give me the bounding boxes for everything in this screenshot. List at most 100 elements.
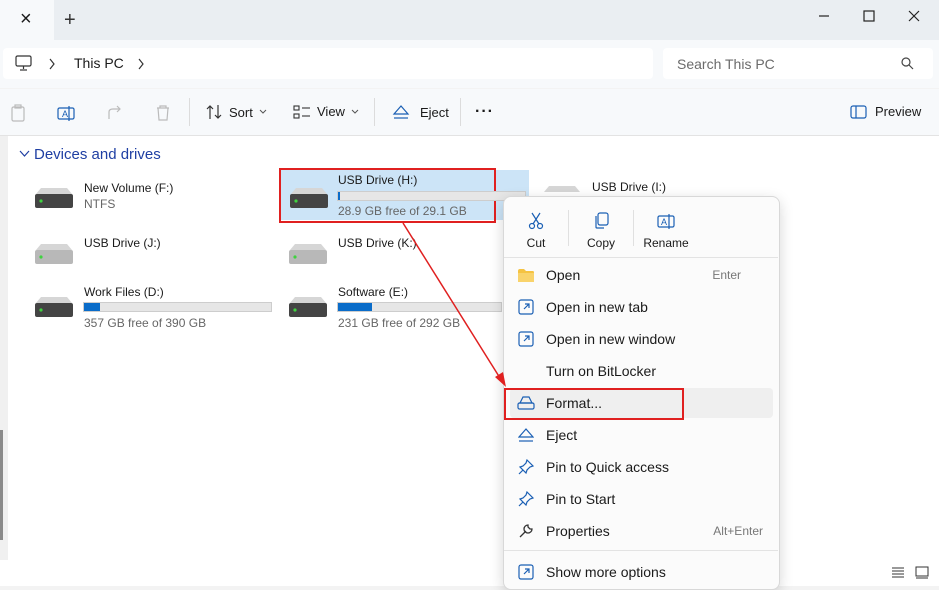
delete-icon[interactable] bbox=[155, 104, 171, 122]
menu-item-open-new-window[interactable]: Open in new window bbox=[510, 324, 773, 354]
menu-item-bitlocker[interactable]: Turn on BitLocker bbox=[510, 356, 773, 386]
shortcut-label: Enter bbox=[712, 268, 741, 282]
search-input[interactable]: Search This PC bbox=[677, 56, 775, 72]
drive-item[interactable]: Work Files (D:) 357 GB free of 390 GB bbox=[30, 283, 274, 333]
minimize-button[interactable] bbox=[801, 0, 847, 32]
tab-this-pc[interactable]: × bbox=[0, 0, 54, 40]
menu-item-show-more-options[interactable]: Show more options bbox=[510, 557, 773, 587]
maximize-button[interactable] bbox=[846, 0, 892, 32]
new-window-icon bbox=[518, 331, 534, 347]
share-icon[interactable] bbox=[106, 104, 124, 122]
rename-label: Rename bbox=[643, 236, 689, 250]
copy-icon bbox=[595, 212, 609, 229]
menu-item-label: Open bbox=[546, 267, 581, 283]
close-window-button[interactable] bbox=[891, 0, 937, 32]
rename-icon[interactable]: A bbox=[57, 104, 75, 122]
menu-divider bbox=[504, 257, 778, 258]
tiles-view-icon[interactable] bbox=[915, 566, 929, 579]
address-bar[interactable]: This PC bbox=[3, 48, 653, 79]
chevron-down-icon bbox=[351, 109, 359, 114]
highlight-box bbox=[504, 388, 684, 420]
drive-item[interactable]: USB Drive (I:) bbox=[538, 178, 668, 198]
menu-item-open-new-tab[interactable]: Open in new tab bbox=[510, 292, 773, 322]
more-options-icon bbox=[518, 564, 534, 580]
capacity-bar bbox=[337, 191, 526, 201]
menu-item-label: Eject bbox=[546, 427, 578, 443]
capacity-fill bbox=[338, 303, 373, 311]
search-icon bbox=[901, 57, 914, 70]
drive-item[interactable]: USB Drive (J:) bbox=[30, 234, 270, 268]
svg-text:A: A bbox=[62, 109, 68, 119]
menu-item-pin-quick-access[interactable]: Pin to Quick access bbox=[510, 452, 773, 482]
see-more-button[interactable]: ··· bbox=[475, 103, 494, 121]
view-button[interactable]: View bbox=[293, 104, 359, 119]
drive-icon bbox=[35, 188, 73, 208]
drive-icon bbox=[289, 244, 327, 264]
menu-divider bbox=[504, 550, 778, 551]
menu-item-label: Pin to Start bbox=[546, 491, 616, 507]
capacity-fill bbox=[84, 303, 100, 311]
details-view-icon[interactable] bbox=[891, 567, 905, 579]
preview-pane-icon bbox=[850, 104, 867, 119]
shortcut-label: Alt+Enter bbox=[713, 524, 763, 538]
menu-item-label: Show more options bbox=[546, 564, 666, 580]
copy-button[interactable]: Copy bbox=[571, 204, 631, 250]
scrollbar-thumb[interactable] bbox=[0, 430, 3, 540]
new-tab-button[interactable]: + bbox=[64, 9, 76, 32]
eject-button[interactable]: Eject bbox=[392, 104, 449, 120]
drive-name: Software (E:) bbox=[338, 285, 409, 299]
drive-free-space: 357 GB free of 390 GB bbox=[84, 316, 207, 330]
drive-name: USB Drive (J:) bbox=[84, 236, 161, 250]
drive-item[interactable]: New Volume (F:) NTFS bbox=[30, 178, 270, 222]
capacity-bar bbox=[83, 302, 272, 312]
menu-item-open[interactable]: Open Enter bbox=[510, 260, 773, 290]
cut-button[interactable]: Cut bbox=[506, 204, 566, 250]
view-label: View bbox=[317, 104, 345, 119]
preview-label: Preview bbox=[875, 104, 922, 119]
drive-name: USB Drive (H:) bbox=[338, 173, 418, 187]
chevron-right-icon[interactable] bbox=[137, 58, 145, 70]
toolbar-separator bbox=[460, 98, 461, 126]
sort-button[interactable]: Sort bbox=[205, 104, 267, 120]
cut-label: Cut bbox=[526, 236, 546, 250]
search-box[interactable]: Search This PC bbox=[663, 48, 933, 79]
svg-text:A: A bbox=[661, 217, 667, 227]
menu-item-label: Open in new window bbox=[546, 331, 676, 347]
new-tab-icon bbox=[518, 299, 534, 315]
pin-icon bbox=[518, 459, 534, 475]
capacity-fill bbox=[338, 192, 340, 200]
paste-icon[interactable] bbox=[10, 104, 26, 122]
section-title[interactable]: Devices and drives bbox=[34, 146, 161, 163]
chevron-down-icon bbox=[259, 109, 267, 114]
drive-name: USB Drive (K:) bbox=[338, 236, 417, 250]
rename-button[interactable]: A Rename bbox=[636, 204, 696, 250]
menu-item-label: Pin to Quick access bbox=[546, 459, 669, 475]
drive-name: New Volume (F:) bbox=[84, 181, 174, 195]
eject-label: Eject bbox=[420, 104, 449, 120]
close-icon bbox=[908, 10, 920, 22]
toolbar-separator bbox=[374, 98, 375, 126]
pin-icon bbox=[518, 491, 534, 507]
cut-icon bbox=[528, 212, 544, 230]
menu-item-eject[interactable]: Eject bbox=[510, 420, 773, 450]
command-bar bbox=[0, 89, 939, 136]
drive-free-space: 231 GB free of 292 GB bbox=[338, 316, 461, 330]
drive-item[interactable]: USB Drive (K:) bbox=[284, 234, 484, 268]
sort-icon bbox=[206, 105, 222, 119]
close-tab-icon[interactable]: × bbox=[20, 8, 32, 31]
drive-item[interactable]: Software (E:) 231 GB free of 292 GB bbox=[284, 283, 502, 333]
copy-label: Copy bbox=[586, 236, 615, 250]
menu-item-pin-start[interactable]: Pin to Start bbox=[510, 484, 773, 514]
drive-filesystem: NTFS bbox=[84, 197, 116, 211]
chevron-right-icon[interactable] bbox=[48, 58, 56, 70]
menu-item-properties[interactable]: Properties Alt+Enter bbox=[510, 516, 773, 546]
chevron-down-icon[interactable] bbox=[19, 150, 30, 158]
menu-separator bbox=[568, 210, 569, 246]
preview-button[interactable]: Preview bbox=[850, 104, 921, 119]
title-bar bbox=[0, 0, 939, 40]
view-icon bbox=[293, 104, 310, 119]
toolbar-separator bbox=[189, 98, 190, 126]
menu-item-label: Open in new tab bbox=[546, 299, 648, 315]
folder-icon bbox=[518, 268, 534, 282]
breadcrumb-this-pc[interactable]: This PC bbox=[74, 55, 124, 71]
